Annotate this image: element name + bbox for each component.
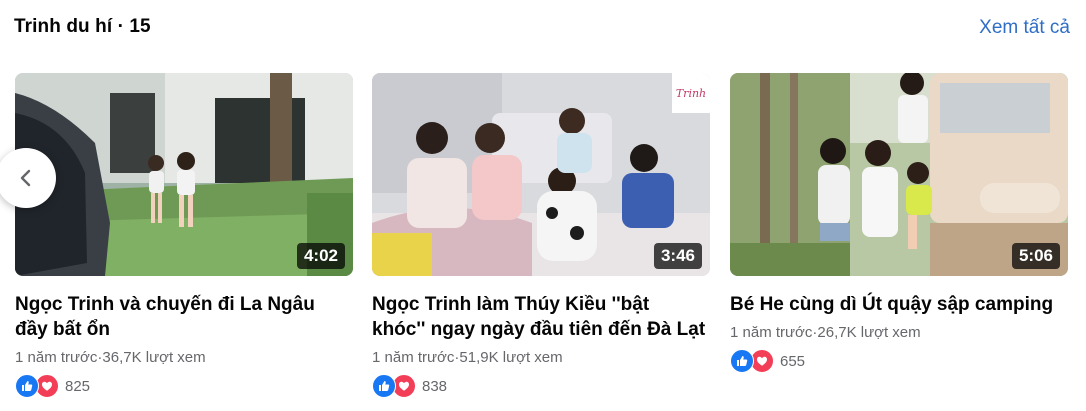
playlist-title: Trinh du hí · 15	[14, 16, 151, 37]
reaction-summary[interactable]: 655	[730, 349, 1068, 373]
video-duration: 5:06	[1011, 243, 1060, 269]
reaction-summary[interactable]: 838	[372, 374, 710, 398]
video-meta: 1 năm trước·51,9K lượt xem	[372, 349, 563, 366]
video-meta: 1 năm trước·26,7K lượt xem	[730, 324, 921, 341]
svg-text:Trinh: Trinh	[676, 87, 706, 100]
video-duration: 3:46	[653, 243, 702, 269]
video-card[interactable]: 5:06 Bé He cùng dì Út quậy sập camping 1…	[730, 73, 1068, 373]
reaction-count: 838	[422, 377, 448, 395]
video-meta: 1 năm trước·36,7K lượt xem	[15, 349, 206, 366]
video-card[interactable]: 4:02 Ngọc Trinh và chuyến đi La Ngâu đầy…	[15, 73, 353, 398]
video-thumbnail[interactable]: 5:06	[730, 73, 1068, 276]
video-title[interactable]: Ngọc Trinh và chuyến đi La Ngâu đầy bất …	[15, 292, 353, 342]
reaction-count: 655	[780, 352, 806, 370]
like-reaction-icon	[730, 349, 754, 373]
reaction-summary[interactable]: 825	[15, 374, 353, 398]
like-reaction-icon	[372, 374, 396, 398]
like-reaction-icon	[15, 374, 39, 398]
video-title[interactable]: Ngọc Trinh làm Thúy Kiều ''bật khóc'' ng…	[372, 292, 710, 342]
video-duration: 4:02	[296, 243, 345, 269]
video-title[interactable]: Bé He cùng dì Út quậy sập camping	[730, 292, 1068, 317]
video-card[interactable]: Trinh 3:46 Ngọc Trinh làm Thúy Kiều ''bậ…	[372, 73, 710, 398]
video-thumbnail[interactable]: 4:02	[15, 73, 353, 276]
chevron-left-icon	[20, 169, 31, 187]
reaction-count: 825	[65, 377, 91, 395]
playlist-header: Trinh du hí · 15 Xem tất cả	[14, 16, 1070, 44]
video-thumbnail[interactable]: Trinh 3:46	[372, 73, 710, 276]
see-all-link[interactable]: Xem tất cả	[979, 17, 1070, 39]
